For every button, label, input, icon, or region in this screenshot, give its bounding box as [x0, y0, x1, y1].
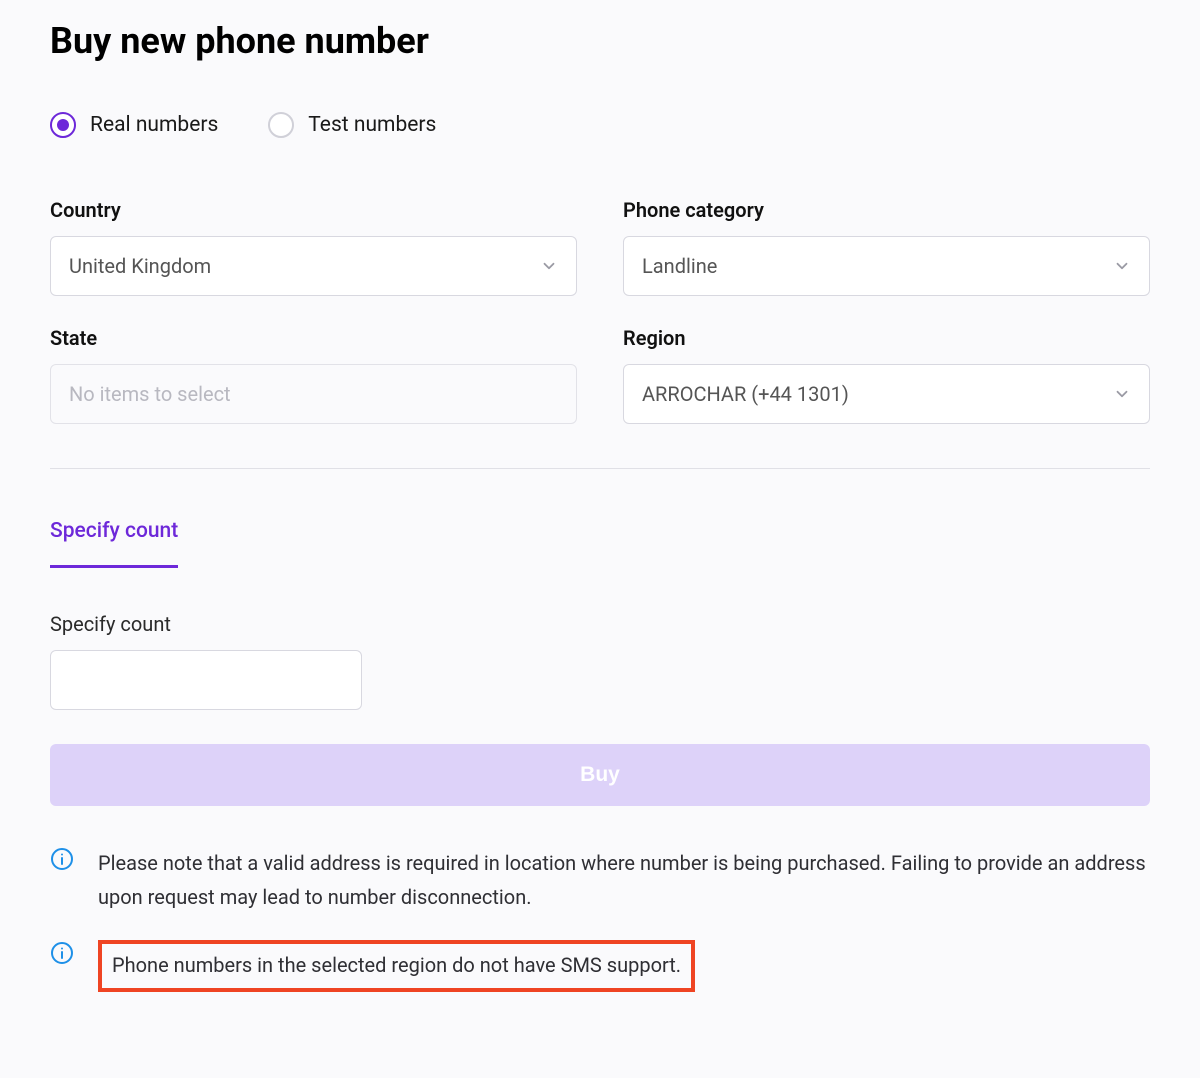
radio-circle-icon: [50, 112, 76, 138]
section-divider: [50, 468, 1150, 469]
country-value: United Kingdom: [69, 254, 540, 278]
region-value: ARROCHAR (+44 1301): [642, 382, 1113, 406]
region-label: Region: [623, 326, 1150, 350]
radio-real-numbers[interactable]: Real numbers: [50, 112, 218, 138]
specify-count-field: Specify count: [50, 612, 1150, 710]
phone-category-field: Phone category Landline: [623, 198, 1150, 296]
state-field: State No items to select: [50, 326, 577, 424]
country-field: Country United Kingdom: [50, 198, 577, 296]
radio-test-numbers[interactable]: Test numbers: [268, 112, 436, 138]
info-icon: [50, 847, 74, 871]
region-select[interactable]: ARROCHAR (+44 1301): [623, 364, 1150, 424]
info-address-notice: Please note that a valid address is requ…: [50, 846, 1150, 914]
state-placeholder: No items to select: [69, 382, 558, 406]
sms-highlight-box: Phone numbers in the selected region do …: [98, 940, 695, 992]
phone-category-value: Landline: [642, 254, 1113, 278]
info-sms-text: Phone numbers in the selected region do …: [112, 953, 681, 977]
radio-label: Real numbers: [90, 113, 218, 137]
state-select: No items to select: [50, 364, 577, 424]
info-sms-notice: Phone numbers in the selected region do …: [50, 940, 1150, 992]
chevron-down-icon: [540, 257, 558, 275]
state-label: State: [50, 326, 577, 350]
specify-count-label: Specify count: [50, 612, 1150, 636]
tab-row: Specify count: [50, 519, 1150, 568]
buy-button[interactable]: Buy: [50, 744, 1150, 806]
number-type-radio-group: Real numbers Test numbers: [50, 112, 1150, 138]
page-title: Buy new phone number: [50, 20, 1150, 62]
form-grid: Country United Kingdom Phone category La…: [50, 198, 1150, 424]
country-label: Country: [50, 198, 577, 222]
specify-count-input[interactable]: [50, 650, 362, 710]
country-select[interactable]: United Kingdom: [50, 236, 577, 296]
radio-label: Test numbers: [308, 113, 436, 137]
region-field: Region ARROCHAR (+44 1301): [623, 326, 1150, 424]
info-icon: [50, 941, 74, 965]
phone-category-label: Phone category: [623, 198, 1150, 222]
chevron-down-icon: [1113, 385, 1131, 403]
phone-category-select[interactable]: Landline: [623, 236, 1150, 296]
tab-specify-count[interactable]: Specify count: [50, 519, 178, 568]
chevron-down-icon: [1113, 257, 1131, 275]
info-address-text: Please note that a valid address is requ…: [98, 846, 1150, 914]
radio-circle-icon: [268, 112, 294, 138]
